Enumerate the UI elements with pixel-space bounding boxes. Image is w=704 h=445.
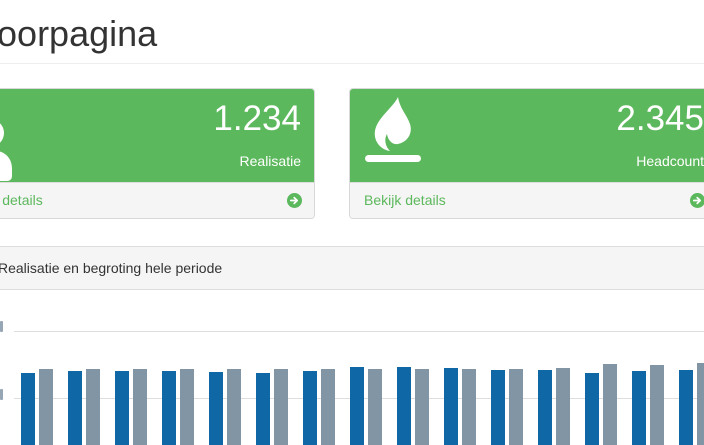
kpi-card-realisatie: 1.234 Realisatie Bekijk details (0, 88, 315, 219)
bekijk-details-link[interactable]: Bekijk details (364, 183, 446, 218)
kpi-card-realisatie-footer[interactable]: Bekijk details (0, 182, 314, 218)
bar-realisatie (444, 368, 458, 445)
arrow-circle-right-icon[interactable] (287, 193, 302, 208)
arrow-circle-right-icon[interactable] (690, 193, 704, 208)
bar-realisatie (491, 370, 505, 445)
bar-realisatie (538, 370, 552, 445)
kpi-value: 1.234 (213, 99, 301, 138)
kpi-value: 2.345 (616, 99, 704, 138)
bar-realisatie (256, 373, 270, 445)
bar-realisatie (350, 367, 364, 445)
dashboard-page: Voorpagina 1.234 Realisatie Bekijk detai… (0, 0, 704, 445)
bar-begroting (462, 369, 476, 445)
bar-realisatie (115, 371, 129, 445)
bar-begroting (321, 369, 335, 445)
bar-realisatie (209, 372, 223, 445)
flame-icon (364, 96, 422, 164)
title-divider (0, 63, 704, 64)
bar-realisatie (21, 373, 35, 445)
bar-realisatie (397, 367, 411, 445)
kpi-label: Headcount (636, 153, 704, 169)
y-axis-tick-fragment (0, 389, 3, 400)
y-axis-tick-fragment (0, 321, 3, 332)
kpi-label: Realisatie (239, 153, 301, 169)
bar-begroting (133, 369, 147, 445)
bar-begroting (86, 369, 100, 445)
chart-panel-title: Realisatie en begroting hele periode (0, 260, 223, 276)
bar-begroting (180, 369, 194, 445)
bar-begroting (415, 369, 429, 445)
kpi-card-headcount-header: 2.345 Headcount (350, 89, 704, 183)
bar-begroting (227, 369, 241, 445)
bar-begroting (697, 363, 704, 445)
bar-begroting (368, 369, 382, 445)
page-title: Voorpagina (0, 13, 158, 54)
kpi-card-headcount-footer[interactable]: Bekijk details (350, 182, 704, 218)
kpi-card-realisatie-header: 1.234 Realisatie (0, 89, 314, 183)
kpi-card-headcount: 2.345 Headcount Bekijk details (349, 88, 704, 219)
bar-begroting (650, 365, 664, 445)
bar-realisatie (162, 371, 176, 445)
bar-realisatie (585, 373, 599, 445)
bekijk-details-link[interactable]: Bekijk details (0, 183, 43, 218)
user-icon (0, 115, 19, 183)
bar-realisatie (632, 371, 646, 445)
bar-begroting (274, 369, 288, 445)
bar-realisatie (679, 370, 693, 445)
chart-panel-header: Realisatie en begroting hele periode (0, 246, 704, 290)
bar-realisatie (303, 371, 317, 445)
bar-begroting (603, 364, 617, 445)
bar-begroting (556, 368, 570, 445)
bar-begroting (39, 369, 53, 445)
bar-begroting (509, 369, 523, 445)
bar-realisatie (68, 371, 82, 445)
gridline (14, 331, 704, 332)
